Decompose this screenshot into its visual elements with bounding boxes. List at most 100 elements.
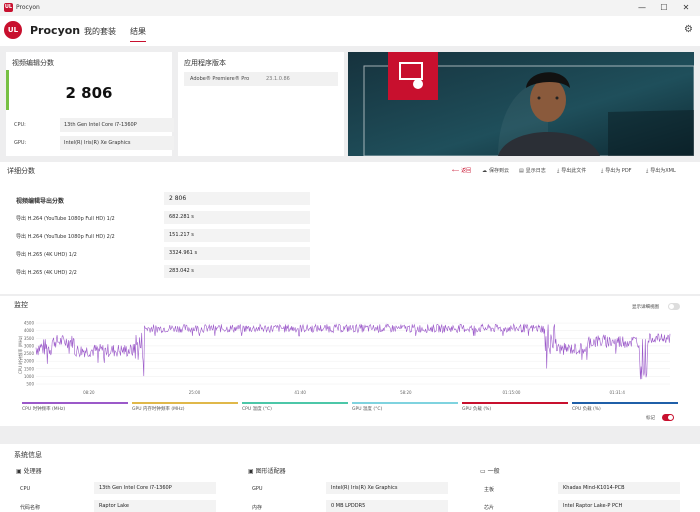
back-arrow-icon: ⟵ <box>452 168 460 174</box>
graphics-group-title: ▣ 图形适配器 <box>248 468 286 475</box>
show-log-button[interactable]: ▤ 显示日志 <box>519 167 546 174</box>
legend-color-bar <box>462 402 568 404</box>
monitoring-section: 监控 显示详细视图 4500 4000 3500 3000 2500 2000 1500 10… <box>0 296 700 426</box>
toggle-knob <box>669 304 674 309</box>
codename-row-value: Raptor Lake <box>94 500 216 512</box>
monitor-chart: 4500 4000 3500 3000 2500 2000 1500 1000 500 08:2… <box>17 321 671 395</box>
legend-color-bar <box>242 402 348 404</box>
y-tick-label: 3000 <box>24 343 35 348</box>
app-version-title: 应用程序版本 <box>184 59 226 67</box>
cpu-value: 13th Gen Intel Core i7-1360P <box>60 118 174 132</box>
save-to-cloud-label: 保存到云 <box>489 168 510 174</box>
legend-item[interactable]: GPU 温度 (°C) <box>352 402 458 412</box>
y-tick-label: 3500 <box>24 336 35 341</box>
y-tick-label: 1000 <box>24 374 35 379</box>
app-version-card: 应用程序版本 Adobe® Premiere® Pro 23.1.0.86 <box>178 52 344 156</box>
y-tick-label: 4000 <box>24 328 35 333</box>
marker-label: 标记 <box>646 416 655 421</box>
system-info-title: 系统信息 <box>14 451 42 459</box>
cloud-save-icon: ☁ <box>482 168 487 174</box>
motherboard-row-value: Khadas Mind-K1014-PCB <box>558 482 680 494</box>
cpu-icon: ▣ <box>16 468 24 475</box>
export-xml-button[interactable]: ⤓ 导出为XML <box>646 167 676 174</box>
tab-results[interactable]: 结果 <box>130 26 146 42</box>
motherboard-row-label: 主板 <box>484 487 495 493</box>
x-tick-label: 25:00 <box>189 390 201 395</box>
tab-my-suites[interactable]: 我的套装 <box>84 26 116 37</box>
export-pdf-button[interactable]: ⤓ 导出为 PDF <box>601 167 632 174</box>
app-version-number: 23.1.0.86 <box>266 76 290 82</box>
score-title: 视频编辑分数 <box>12 59 54 67</box>
legend-item[interactable]: GPU 负载 (%) <box>462 402 568 412</box>
minimize-button[interactable]: — <box>636 2 648 14</box>
x-tick-label: 01:15:00 <box>503 390 521 395</box>
app-name: Adobe® Premiere® Pro <box>190 76 250 82</box>
detail-label-4: 导出 H.265 (4K UHD) 2/2 <box>16 270 77 276</box>
legend-color-bar <box>22 402 128 404</box>
detail-label-2: 导出 H.264 (YouTube 1080p Full HD) 2/2 <box>16 234 115 240</box>
legend-label: CPU 温度 (°C) <box>242 407 272 412</box>
save-to-cloud-button[interactable]: ☁ 保存到云 <box>482 167 509 174</box>
legend-label: CPU 负载 (%) <box>572 407 601 412</box>
hero-image <box>348 52 694 156</box>
overall-score: 2 806 <box>65 84 113 102</box>
export-pdf-label: 导出为 PDF <box>605 168 632 174</box>
y-tick-label: 4500 <box>24 321 35 326</box>
cpu-label: CPU: <box>14 122 26 128</box>
chipset-row-value: Intel Raptor Lake-P PCH <box>558 500 680 512</box>
show-log-label: 显示日志 <box>525 168 546 174</box>
app-logo-small: UL <box>4 3 13 12</box>
codename-row-label: 代码名称 <box>20 505 41 511</box>
memory-row-value: 0 MB LPDDR5 <box>326 500 448 512</box>
y-tick-label: 500 <box>26 382 34 387</box>
detail-value-4: 283.042 s <box>164 265 310 278</box>
details-section: 详细分数 ⟵ 返回 ☁ 保存到云 ▤ 显示日志 ⤓ 导出此文件 ⤓ 导出为 PDF ⤓ 导出… <box>0 162 700 294</box>
close-button[interactable]: ✕ <box>680 2 692 14</box>
x-tick-label: 01:31:4 <box>609 390 625 395</box>
cpu-row-label: CPU <box>20 486 31 492</box>
chart-legend: CPU 时钟频率 (MHz) GPU 内存时钟频率 (MHz) CPU 温度 (°C… <box>22 402 682 414</box>
maximize-button[interactable]: ☐ <box>658 2 670 14</box>
log-icon: ▤ <box>519 168 524 174</box>
back-label: 返回 <box>461 168 472 174</box>
legend-item[interactable]: CPU 时钟频率 (MHz) <box>22 402 128 412</box>
system-info-section: 系统信息 ▣ 处理器 CPU 13th Gen Intel Core i7-13… <box>0 444 700 512</box>
memory-row-label: 内存 <box>252 505 263 511</box>
legend-item[interactable]: GPU 内存时钟频率 (MHz) <box>132 402 238 412</box>
detail-view-toggle[interactable] <box>668 303 680 310</box>
chipset-row-label: 芯片 <box>484 505 495 511</box>
marker-toggle-knob <box>668 415 673 420</box>
score-card: 视频编辑分数 2 806 CPU: 13th Gen Intel Core i7… <box>6 52 174 156</box>
legend-item[interactable]: CPU 负载 (%) <box>572 402 678 412</box>
monitoring-title: 监控 <box>14 301 28 309</box>
legend-color-bar <box>132 402 238 404</box>
detail-label-3: 导出 H.265 (4K UHD) 1/2 <box>16 252 77 258</box>
detail-value-1: 682.281 s <box>164 211 310 224</box>
hero-illustration <box>348 52 694 156</box>
detail-label-1: 导出 H.264 (YouTube 1080p Full HD) 1/2 <box>16 216 115 222</box>
export-file-button[interactable]: ⤓ 导出此文件 <box>557 167 586 174</box>
export-score-value: 2 806 <box>164 192 310 205</box>
legend-item[interactable]: CPU 温度 (°C) <box>242 402 348 412</box>
app-version-row: Adobe® Premiere® Pro 23.1.0.86 <box>184 72 338 86</box>
export-pdf-icon: ⤓ <box>601 168 604 174</box>
y-tick-label: 1500 <box>24 366 35 371</box>
back-button[interactable]: ⟵ 返回 <box>452 167 471 174</box>
gpu-label: GPU: <box>14 140 27 146</box>
gpu-row-label: GPU <box>252 486 263 492</box>
legend-label: GPU 负载 (%) <box>462 407 492 412</box>
cpu-row-value: 13th Gen Intel Core i7-1360P <box>94 482 216 494</box>
x-tick-label: 58:20 <box>400 390 412 395</box>
detail-value-3: 3324.961 s <box>164 247 310 260</box>
cpu-clock-series <box>35 323 671 380</box>
title-bar: UL Procyon — ☐ ✕ <box>0 0 700 16</box>
gear-icon[interactable]: ⚙ <box>684 24 693 35</box>
detail-view-label: 显示详细视图 <box>632 305 659 310</box>
details-title: 详细分数 <box>7 167 35 175</box>
marker-toggle[interactable] <box>662 414 674 421</box>
processor-group-title: ▣ 处理器 <box>16 468 42 475</box>
export-score-label: 视频编辑导出分数 <box>16 198 65 205</box>
export-xml-label: 导出为XML <box>650 168 676 174</box>
y-axis-label: CPU 时钟频率 (MHz) <box>17 335 23 374</box>
x-tick-label: 08:20 <box>83 390 95 395</box>
